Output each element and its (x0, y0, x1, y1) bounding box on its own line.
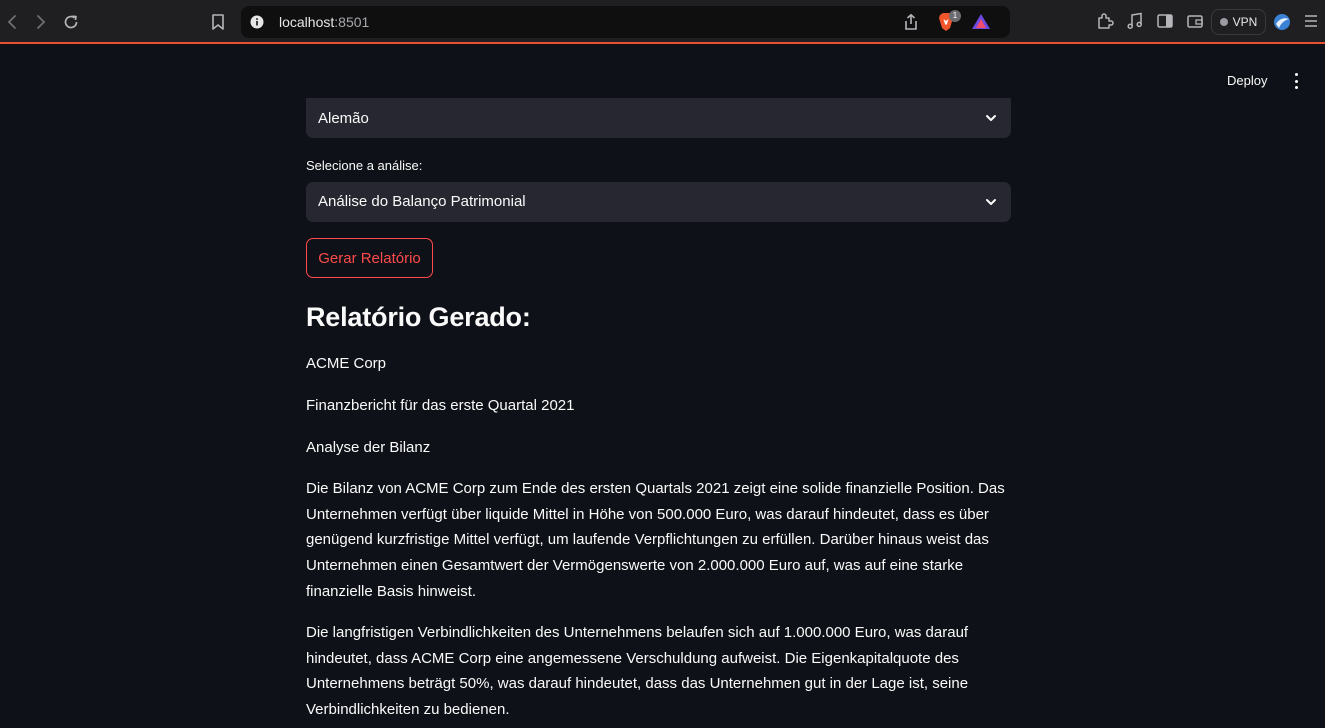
sidebar-icon[interactable] (1156, 12, 1174, 35)
report-section-title: Analyse der Bilanz (306, 439, 431, 456)
vpn-label: VPN (1232, 15, 1258, 29)
report-subtitle: Finanzbericht für das erste Quartal 2021 (306, 397, 575, 414)
address-bar[interactable]: localhost:8501 1 (241, 6, 1010, 38)
reload-icon[interactable] (60, 11, 82, 33)
menu-dot (1294, 73, 1298, 76)
menu-dot (1294, 86, 1298, 89)
main-menu-icon[interactable] (1288, 71, 1304, 91)
chevron-down-icon (985, 111, 997, 129)
deploy-button[interactable]: Deploy (1219, 70, 1275, 92)
language-select[interactable]: Alemão (306, 98, 1011, 138)
generate-report-button[interactable]: Gerar Relatório (306, 238, 433, 278)
report-company: ACME Corp (306, 355, 387, 372)
vpn-button[interactable]: VPN (1211, 9, 1266, 35)
menu-dot (1294, 79, 1298, 83)
back-icon[interactable] (1, 11, 23, 33)
forward-icon[interactable] (30, 11, 52, 33)
report-paragraph-2: Die langfristigen Verbindlichkeiten des … (306, 624, 969, 719)
browser-menu-icon[interactable] (1303, 13, 1319, 34)
report-heading: Relatório Gerado: (306, 302, 531, 332)
wallet-icon[interactable] (1186, 12, 1204, 35)
site-info-icon[interactable] (250, 15, 264, 29)
url-text: localhost:8501 (279, 14, 369, 30)
leo-ai-icon[interactable] (1273, 13, 1291, 36)
media-icon[interactable] (1126, 12, 1144, 35)
share-icon[interactable] (903, 13, 919, 36)
analysis-select[interactable]: Análise do Balanço Patrimonial (306, 182, 1011, 222)
url-host: localhost (279, 14, 335, 30)
analysis-select-value: Análise do Balanço Patrimonial (318, 193, 526, 210)
url-port: :8501 (334, 14, 370, 30)
report-paragraph-1: Die Bilanz von ACME Corp zum Ende des er… (306, 480, 1005, 600)
bookmark-icon[interactable] (207, 11, 229, 33)
analysis-select-label: Selecione a análise: (306, 158, 423, 173)
browser-toolbar: localhost:8501 1 VPN (0, 0, 1325, 44)
shields-count-badge: 1 (949, 10, 961, 22)
chevron-down-icon (985, 195, 997, 213)
extensions-icon[interactable] (1096, 12, 1114, 35)
language-select-value: Alemão (318, 110, 369, 127)
brave-rewards-icon[interactable] (971, 13, 991, 36)
vpn-status-dot (1219, 18, 1228, 26)
